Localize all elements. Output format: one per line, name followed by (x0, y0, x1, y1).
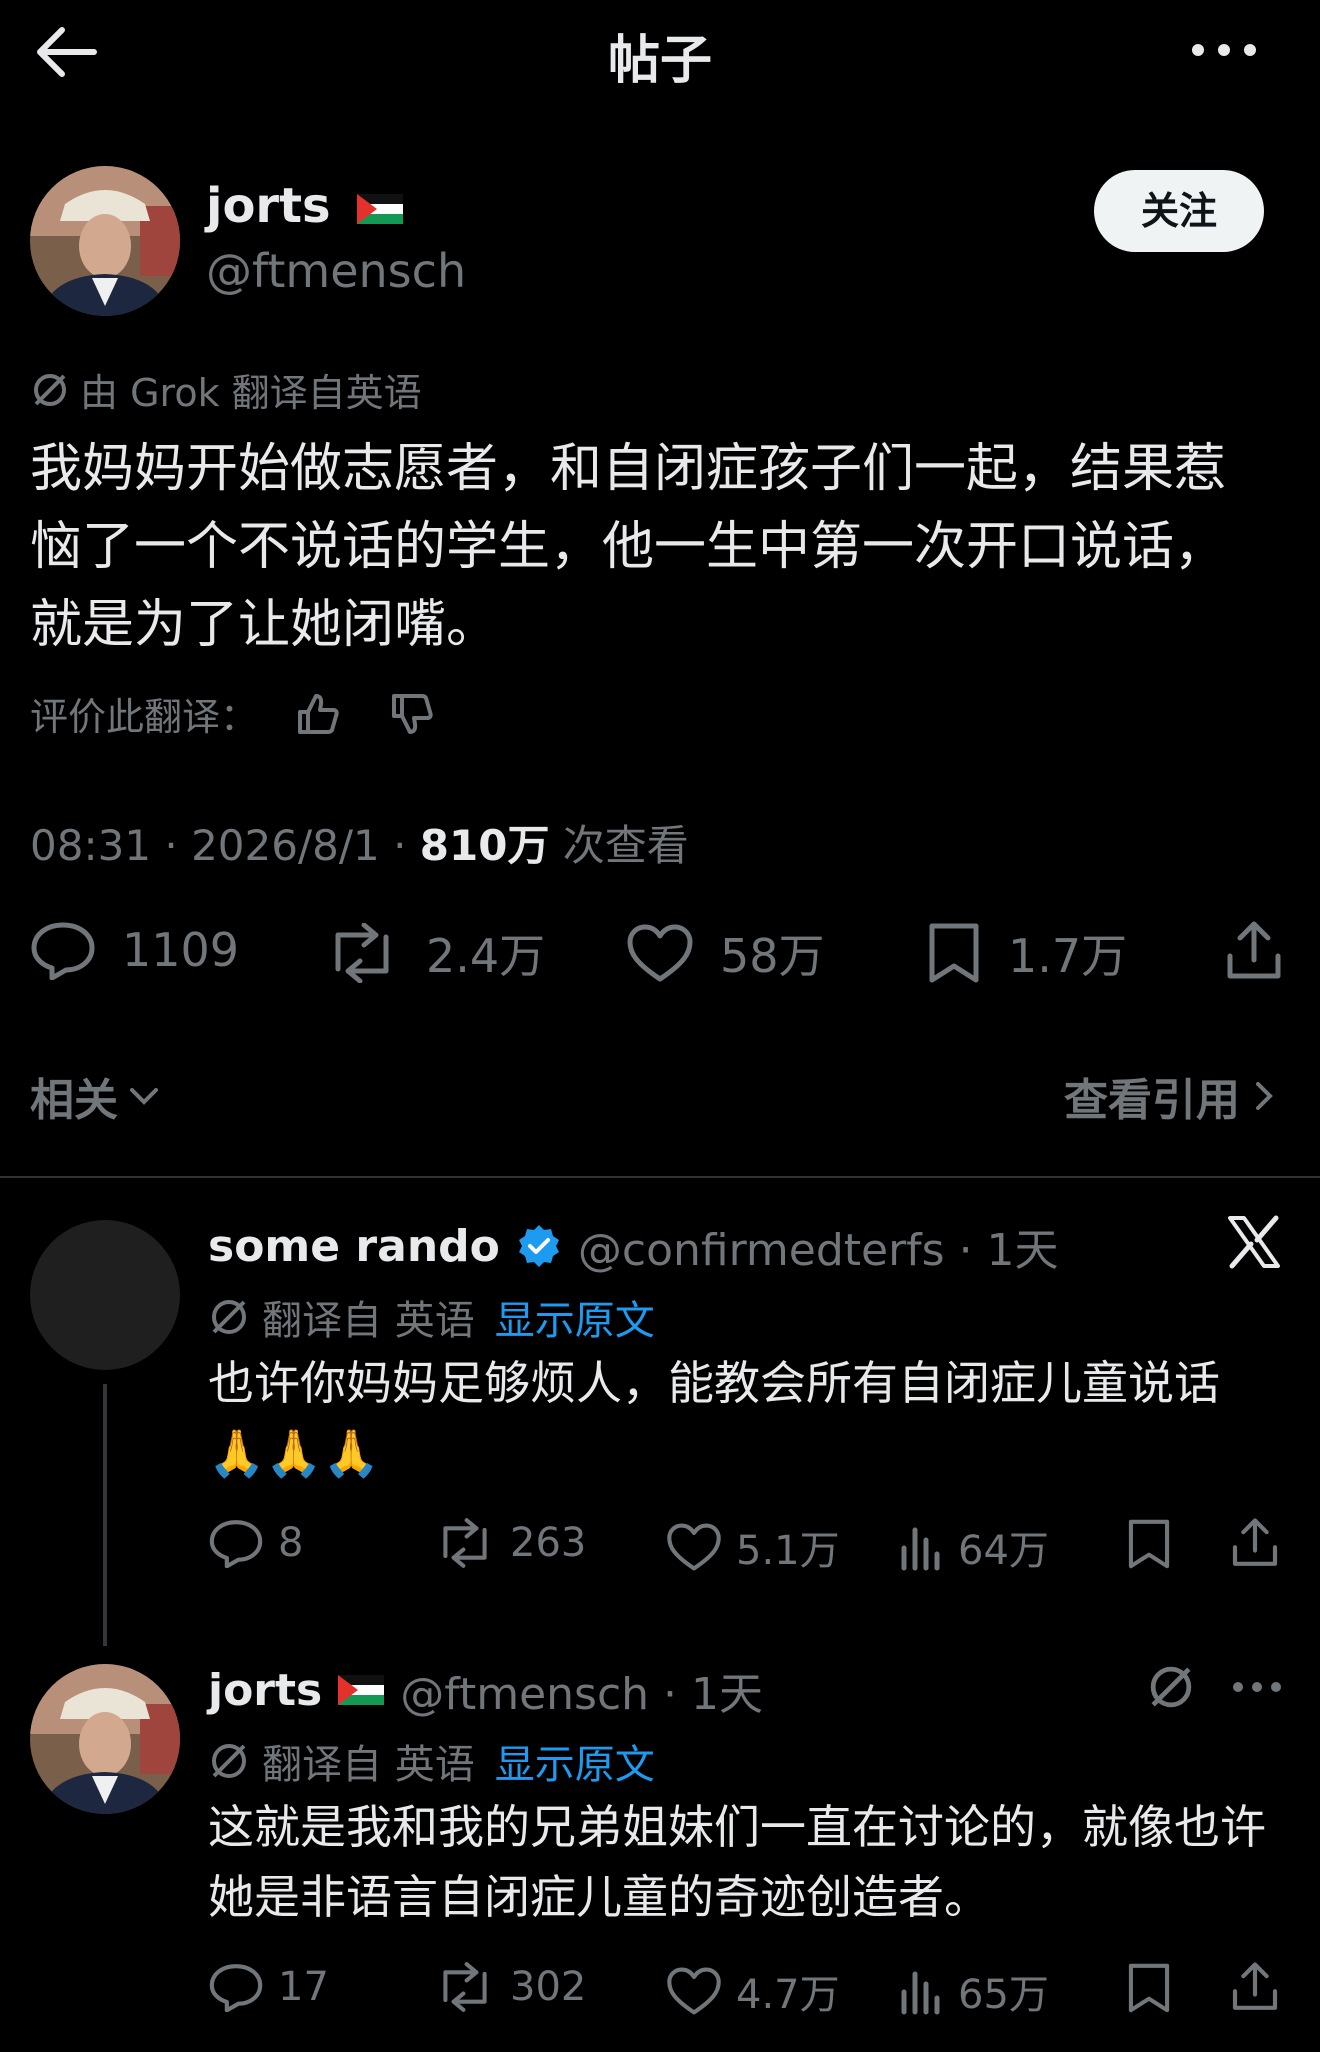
reply-translation-note: 翻译自 英语 显示原文 (208, 1732, 655, 1790)
chevron-right-icon (1252, 1078, 1276, 1114)
page-title: 帖子 (607, 31, 712, 91)
view-quotes-link[interactable]: 查看引用 (1064, 1064, 1276, 1128)
bookmark-icon[interactable] (1126, 1518, 1172, 1570)
reply-text: 也许你妈妈足够烦人，能教会所有自闭症儿童说话 🙏🙏🙏 (208, 1356, 1220, 1480)
verified-icon (516, 1223, 562, 1269)
views-action[interactable]: 64万 (898, 1518, 1049, 1576)
reply-action[interactable]: 8 (208, 1518, 303, 1568)
share-icon (1224, 920, 1284, 982)
reply-text: 这就是我和我的兄弟姐妹们一直在讨论的，就像也许她是非语言自闭症儿童的奇迹创造者。 (208, 1800, 1266, 1924)
author-handle: @ftmensch (206, 244, 467, 298)
translation-note: 由 Grok 翻译自英语 (30, 362, 422, 417)
avatar[interactable] (30, 1220, 180, 1370)
views-action[interactable]: 65万 (898, 1962, 1049, 2020)
author-name[interactable]: jorts (206, 178, 404, 234)
share-icon[interactable] (1230, 1960, 1280, 2014)
thumbs-up-icon[interactable] (294, 690, 342, 738)
repost-icon (324, 923, 400, 983)
repost-icon (434, 1962, 496, 2012)
like-action[interactable]: 4.7万 (666, 1962, 840, 2020)
avatar[interactable] (30, 1664, 180, 1814)
repost-icon (434, 1518, 496, 1568)
reply-icon (208, 1962, 264, 2012)
reply-action[interactable]: 1109 (30, 920, 239, 980)
share-button[interactable] (1224, 920, 1284, 982)
x-logo-icon (1226, 1214, 1282, 1270)
repost-action[interactable]: 263 (434, 1518, 586, 1568)
chevron-down-icon (126, 1078, 162, 1114)
like-icon (666, 1522, 722, 1572)
reply-header: jorts @ftmensch · 1天 (208, 1658, 763, 1722)
translate-icon (30, 370, 70, 410)
more-icon[interactable] (1232, 1672, 1282, 1702)
translate-icon (208, 1296, 250, 1338)
show-original-link[interactable]: 显示原文 (495, 1288, 655, 1346)
bookmark-icon (926, 922, 982, 984)
thread-line (103, 1384, 107, 1646)
reply-header: some rando @confirmedterfs · 1天 (208, 1214, 1059, 1278)
bookmark-icon[interactable] (1126, 1962, 1172, 2014)
views-icon (898, 1522, 944, 1572)
like-action[interactable]: 58万 (626, 920, 825, 986)
rate-translation: 评价此翻译： (30, 686, 436, 741)
view-count: 810万 (419, 821, 550, 870)
palestine-flag-icon (338, 1675, 385, 1705)
show-original-link[interactable]: 显示原文 (495, 1732, 655, 1790)
reply-translation-note: 翻译自 英语 显示原文 (208, 1288, 655, 1346)
more-icon[interactable] (1188, 30, 1260, 70)
post-text: 我妈妈开始做志愿者，和自闭症孩子们一起，结果惹恼了一个不说话的学生，他一生中第一… (30, 439, 1227, 655)
reply-icon (30, 920, 96, 980)
divider (0, 1176, 1320, 1178)
follow-button[interactable]: 关注 (1094, 170, 1264, 252)
views-icon (898, 1966, 944, 2016)
reply-icon (208, 1518, 264, 1568)
repost-action[interactable]: 302 (434, 1962, 586, 2012)
bookmark-action[interactable]: 1.7万 (926, 920, 1127, 986)
reply-author-name[interactable]: some rando (208, 1221, 500, 1272)
repost-action[interactable]: 2.4万 (324, 920, 545, 986)
like-icon (666, 1966, 722, 2016)
reply-handle-time: @confirmedterfs · 1天 (577, 1225, 1059, 1276)
post-meta: 08:31 · 2026/8/1 · 810万 次查看 (30, 821, 689, 870)
share-icon[interactable] (1230, 1516, 1280, 1570)
avatar[interactable] (30, 166, 180, 316)
thumbs-down-icon[interactable] (388, 690, 436, 738)
reply-author-name[interactable]: jorts (208, 1665, 322, 1716)
like-icon (626, 923, 694, 983)
reply-handle-time: @ftmensch · 1天 (400, 1669, 763, 1720)
translate-icon[interactable] (1146, 1662, 1196, 1712)
like-action[interactable]: 5.1万 (666, 1518, 840, 1576)
related-toggle[interactable]: 相关 (30, 1064, 162, 1128)
palestine-flag-icon (357, 194, 404, 224)
reply-action[interactable]: 17 (208, 1962, 329, 2012)
translate-icon (208, 1740, 250, 1782)
